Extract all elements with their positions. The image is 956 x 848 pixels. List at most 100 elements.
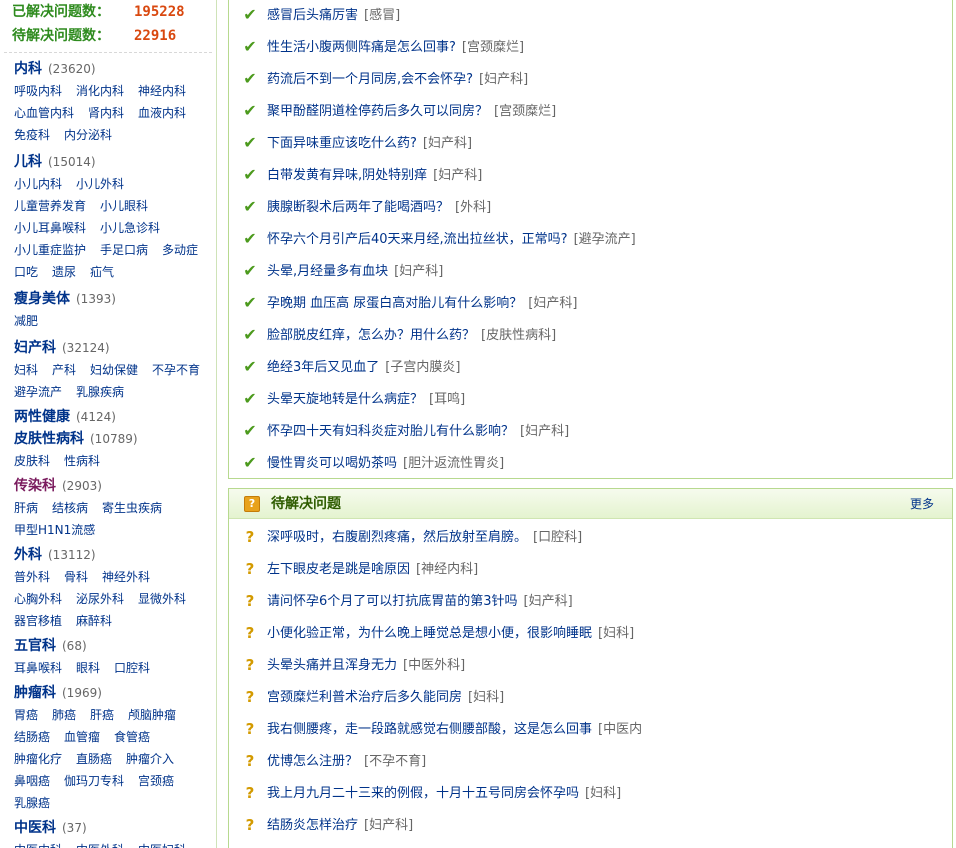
- question-link[interactable]: 小便化验正常，为什么晚上睡觉总是想小便，很影响睡眠: [267, 626, 592, 641]
- subcategory-link[interactable]: 普外科: [14, 570, 50, 584]
- subcategory-link[interactable]: 中医外科: [76, 843, 124, 848]
- category-link[interactable]: 瘦身美体: [14, 291, 70, 307]
- question-link[interactable]: 请问怀孕6个月了可以打抗底胃苗的第3针吗: [267, 594, 518, 609]
- category-link[interactable]: 皮肤性病科: [14, 431, 84, 447]
- subcategory-link[interactable]: 妇幼保健: [90, 363, 138, 377]
- subcategory-link[interactable]: 避孕流产: [14, 385, 62, 399]
- subcategory-link[interactable]: 小儿耳鼻喉科: [14, 221, 86, 235]
- subcategory-link[interactable]: 小儿急诊科: [100, 221, 160, 235]
- subcategory-link[interactable]: 多动症: [162, 243, 198, 257]
- subcategory-link[interactable]: 性病科: [64, 454, 100, 468]
- subcategory-link[interactable]: 皮肤科: [14, 454, 50, 468]
- category-link[interactable]: 内科: [14, 61, 42, 77]
- question-category-tag[interactable]: [妇科]: [468, 690, 504, 705]
- subcategory-link[interactable]: 小儿眼科: [100, 199, 148, 213]
- subcategory-link[interactable]: 肝病: [14, 501, 38, 515]
- question-link[interactable]: 药流后不到一个月同房,会不会怀孕?: [267, 72, 473, 87]
- question-category-tag[interactable]: [妇科]: [598, 626, 634, 641]
- category-link[interactable]: 外科: [14, 547, 42, 563]
- question-link[interactable]: 怀孕四十天有妇科炎症对胎儿有什么影响？: [267, 424, 514, 439]
- subcategory-link[interactable]: 显微外科: [138, 592, 186, 606]
- question-category-tag[interactable]: [妇产科]: [423, 136, 472, 151]
- subcategory-link[interactable]: 肝癌: [90, 708, 114, 722]
- more-link[interactable]: 更多: [910, 489, 934, 519]
- question-link[interactable]: 胰腺断裂术后两年了能喝酒吗？: [267, 200, 449, 215]
- subcategory-link[interactable]: 骨科: [64, 570, 88, 584]
- subcategory-link[interactable]: 肺癌: [52, 708, 76, 722]
- subcategory-link[interactable]: 内分泌科: [64, 128, 112, 142]
- subcategory-link[interactable]: 中医妇科: [138, 843, 186, 848]
- question-link[interactable]: 怀孕六个月引产后40天来月经,流出拉丝状，正常吗?: [267, 232, 568, 247]
- subcategory-link[interactable]: 寄生虫疾病: [102, 501, 162, 515]
- subcategory-link[interactable]: 神经外科: [102, 570, 150, 584]
- subcategory-link[interactable]: 心胸外科: [14, 592, 62, 606]
- subcategory-link[interactable]: 乳腺疾病: [76, 385, 124, 399]
- question-link[interactable]: 我右侧腰疼，走一段路就感觉右侧腰部酸，这是怎么回事: [267, 722, 592, 737]
- question-link[interactable]: 优博怎么注册？: [267, 754, 358, 769]
- question-category-tag[interactable]: [胆汁返流性胃炎]: [403, 456, 504, 471]
- subcategory-link[interactable]: 口吃: [14, 265, 38, 279]
- question-category-tag[interactable]: [妇产科]: [528, 296, 577, 311]
- question-category-tag[interactable]: [妇产科]: [394, 264, 443, 279]
- subcategory-link[interactable]: 伽玛刀专科: [64, 774, 124, 788]
- question-category-tag[interactable]: [妇产科]: [364, 818, 413, 833]
- category-link[interactable]: 肿瘤科: [14, 685, 56, 701]
- subcategory-link[interactable]: 心血管内科: [14, 106, 74, 120]
- question-category-tag[interactable]: [宫颈糜烂]: [494, 104, 556, 119]
- subcategory-link[interactable]: 甲型H1N1流感: [14, 523, 95, 537]
- question-link[interactable]: 感冒后头痛厉害: [267, 8, 358, 23]
- subcategory-link[interactable]: 免疫科: [14, 128, 50, 142]
- subcategory-link[interactable]: 血液内科: [138, 106, 186, 120]
- category-link[interactable]: 妇产科: [14, 340, 56, 356]
- subcategory-link[interactable]: 肾内科: [88, 106, 124, 120]
- question-link[interactable]: 我上月九月二十三来的例假，十月十五号同房会怀孕吗: [267, 786, 579, 801]
- subcategory-link[interactable]: 肿瘤介入: [126, 752, 174, 766]
- question-category-tag[interactable]: [皮肤性病科]: [481, 328, 556, 343]
- subcategory-link[interactable]: 食管癌: [114, 730, 150, 744]
- subcategory-link[interactable]: 结肠癌: [14, 730, 50, 744]
- subcategory-link[interactable]: 宫颈癌: [138, 774, 174, 788]
- subcategory-link[interactable]: 小儿内科: [14, 177, 62, 191]
- category-link[interactable]: 儿科: [14, 154, 42, 170]
- subcategory-link[interactable]: 小儿重症监护: [14, 243, 86, 257]
- subcategory-link[interactable]: 妇科: [14, 363, 38, 377]
- category-link[interactable]: 五官科: [14, 638, 56, 654]
- subcategory-link[interactable]: 耳鼻喉科: [14, 661, 62, 675]
- subcategory-link[interactable]: 血管瘤: [64, 730, 100, 744]
- question-category-tag[interactable]: [中医内: [598, 722, 642, 737]
- question-link[interactable]: 孕晚期 血压高 尿蛋白高对胎儿有什么影响？: [267, 296, 522, 311]
- subcategory-link[interactable]: 结核病: [52, 501, 88, 515]
- category-link[interactable]: 两性健康: [14, 409, 70, 425]
- question-category-tag[interactable]: [口腔科]: [533, 530, 582, 545]
- question-category-tag[interactable]: [神经内科]: [416, 562, 478, 577]
- subcategory-link[interactable]: 口腔科: [114, 661, 150, 675]
- subcategory-link[interactable]: 小儿外科: [76, 177, 124, 191]
- subcategory-link[interactable]: 直肠癌: [76, 752, 112, 766]
- subcategory-link[interactable]: 遗尿: [52, 265, 76, 279]
- subcategory-link[interactable]: 神经内科: [138, 84, 186, 98]
- question-link[interactable]: 头晕头痛并且浑身无力: [267, 658, 397, 673]
- question-category-tag[interactable]: [宫颈糜烂]: [462, 40, 524, 55]
- question-link[interactable]: 白带发黄有异味,阴处特别痒: [267, 168, 427, 183]
- question-category-tag[interactable]: [妇产科]: [524, 594, 573, 609]
- subcategory-link[interactable]: 鼻咽癌: [14, 774, 50, 788]
- question-category-tag[interactable]: [妇科]: [585, 786, 621, 801]
- question-category-tag[interactable]: [感冒]: [364, 8, 400, 23]
- question-link[interactable]: 头晕,月经量多有血块: [267, 264, 388, 279]
- category-link[interactable]: 传染科: [14, 478, 56, 494]
- subcategory-link[interactable]: 儿童营养发育: [14, 199, 86, 213]
- question-link[interactable]: 性生活小腹两侧阵痛是怎么回事?: [267, 40, 456, 55]
- subcategory-link[interactable]: 呼吸内科: [14, 84, 62, 98]
- question-category-tag[interactable]: [中医外科]: [403, 658, 465, 673]
- subcategory-link[interactable]: 消化内科: [76, 84, 124, 98]
- subcategory-link[interactable]: 泌尿外科: [76, 592, 124, 606]
- question-link[interactable]: 下面异味重应该吃什么药?: [267, 136, 417, 151]
- subcategory-link[interactable]: 中医内科: [14, 843, 62, 848]
- subcategory-link[interactable]: 肿瘤化疗: [14, 752, 62, 766]
- question-link[interactable]: 结肠炎怎样治疗: [267, 818, 358, 833]
- question-category-tag[interactable]: [不孕不育]: [364, 754, 426, 769]
- subcategory-link[interactable]: 不孕不育: [152, 363, 200, 377]
- subcategory-link[interactable]: 减肥: [14, 314, 38, 328]
- question-category-tag[interactable]: [耳鸣]: [429, 392, 465, 407]
- question-link[interactable]: 聚甲酚醛阴道栓停药后多久可以同房？: [267, 104, 488, 119]
